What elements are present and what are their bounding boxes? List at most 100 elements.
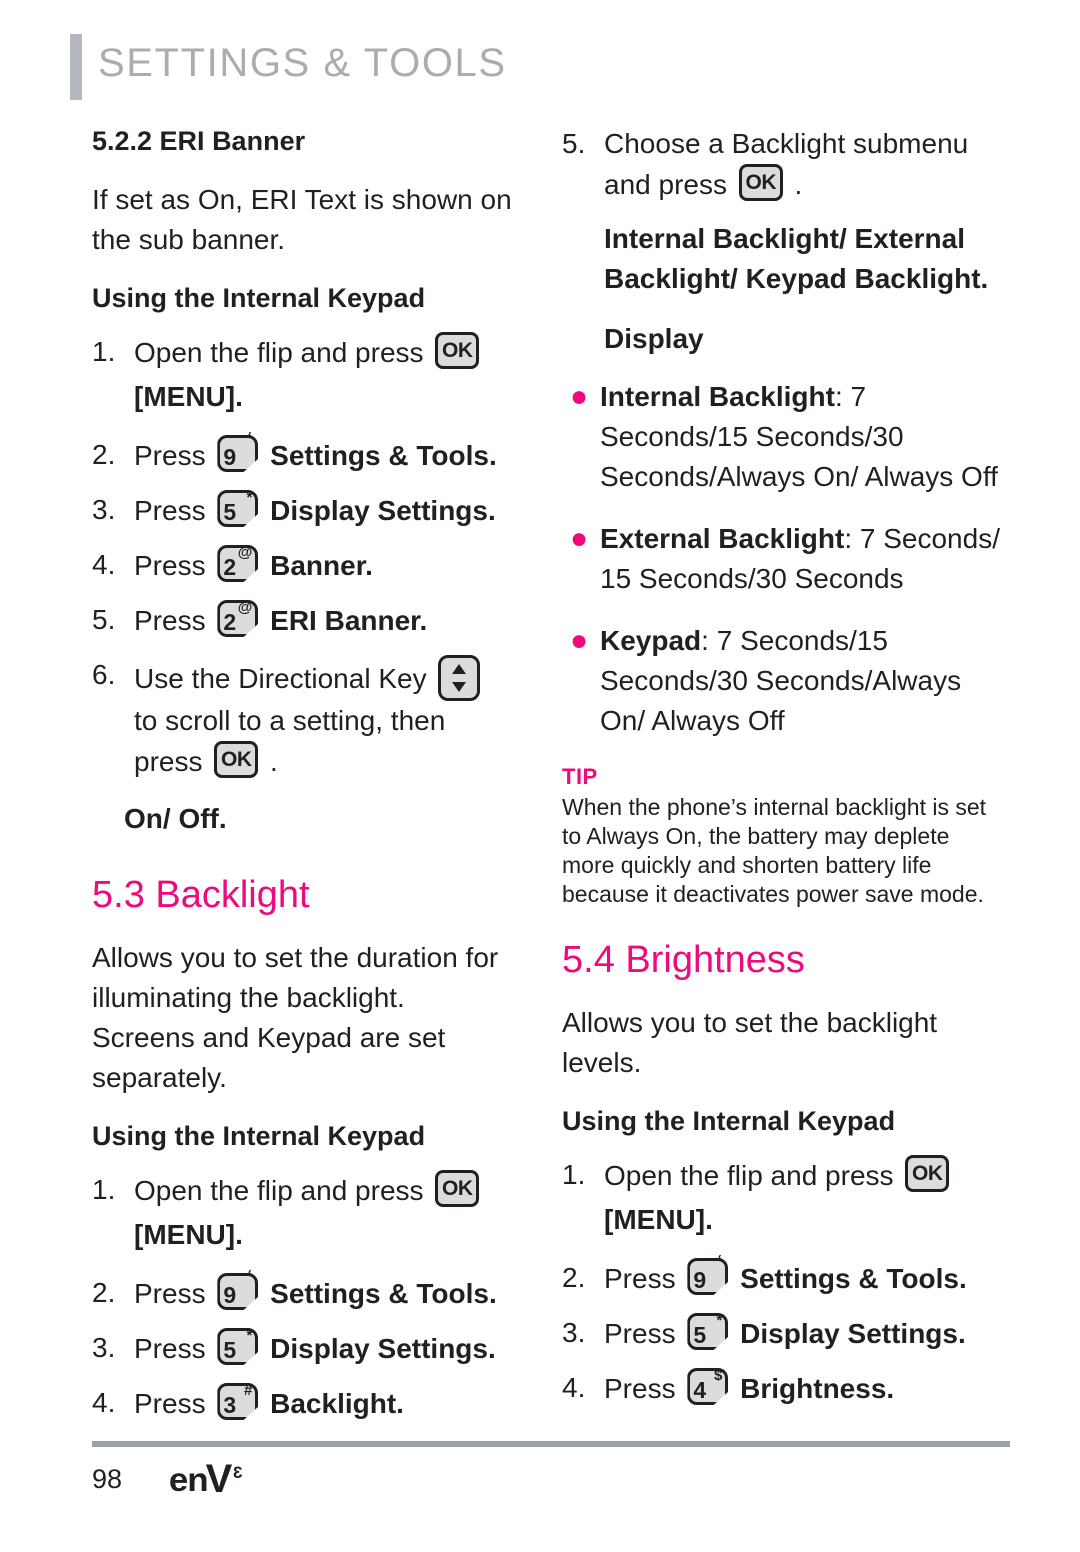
step-text-prefix: Press xyxy=(604,1373,676,1404)
keycap-digit: 3 xyxy=(223,1392,237,1418)
step-text: Press 4 $ Brightness. xyxy=(604,1367,1000,1409)
ok-key-icon[interactable]: OK xyxy=(738,164,783,201)
page-header: SETTINGS & TOOLS xyxy=(70,34,507,100)
left-column: 5.2.2 ERI Banner If set as On, ERI Text … xyxy=(92,124,512,1438)
directional-key-icon[interactable] xyxy=(438,655,481,701)
ok-key-icon[interactable]: OK xyxy=(214,741,259,778)
step-text: Press 2 @ Banner. xyxy=(134,544,512,586)
section-heading-brightness: 5.4 Brightness xyxy=(562,939,805,981)
step-target-label: Display Settings. xyxy=(270,1333,496,1364)
menu-bracket-label: [MENU]. xyxy=(134,381,243,412)
keycap-digit: 9 xyxy=(223,444,237,470)
step-text: Press 3 # Backlight. xyxy=(134,1382,512,1424)
step-number: 2. xyxy=(92,1277,116,1308)
step-text-prefix: Press xyxy=(134,550,206,581)
step-target-label: Backlight. xyxy=(270,1388,404,1419)
footer-divider xyxy=(92,1441,1010,1447)
step-target-label: Banner. xyxy=(270,550,373,581)
step-number: 4. xyxy=(92,1387,116,1418)
step-text-prefix: Press xyxy=(604,1263,676,1294)
list-item: ● External Backlight: 7 Seconds/ 15 Seco… xyxy=(562,519,1000,599)
step-text-prefix: Press xyxy=(134,1278,206,1309)
key-5-icon[interactable]: 5 * xyxy=(217,1327,259,1365)
key-2-icon[interactable]: 2 @ xyxy=(217,599,259,637)
key-3-icon[interactable]: 3 # xyxy=(217,1382,259,1420)
eri-banner-options: On/ Off. xyxy=(124,803,227,834)
section-heading-eri-banner: 5.2.2 ERI Banner xyxy=(92,126,306,156)
step-item: 1. Open the flip and press OK xyxy=(92,332,512,373)
step-item: 5. Choose a Backlight submenu and press … xyxy=(562,124,1000,205)
keycap-superscript: # xyxy=(244,1382,253,1399)
key-9-icon[interactable]: 9 ‘ xyxy=(217,1268,259,1310)
section-heading-backlight: 5.3 Backlight xyxy=(92,874,310,916)
tip-block: TIP When the phone’s internal backlight … xyxy=(562,763,1000,909)
key-4-icon[interactable]: 4 $ xyxy=(687,1367,729,1405)
step-text: Open the flip and press OK xyxy=(134,1170,512,1211)
step-text-middle: to scroll to a setting, then press xyxy=(134,705,446,777)
step-item: 2. Press 9 ‘ Settings & Tools. xyxy=(92,430,512,476)
ok-key-icon[interactable]: OK xyxy=(435,332,480,369)
tip-label: TIP xyxy=(562,764,598,789)
step-text: Press 9 ‘ Settings & Tools. xyxy=(134,1268,512,1314)
ok-key-icon[interactable]: OK xyxy=(905,1155,950,1192)
step-text-prefix: Press xyxy=(134,495,206,526)
page-number: 98 xyxy=(92,1464,123,1494)
step-text-prefix: Press xyxy=(134,605,206,636)
ok-key-label: OK xyxy=(912,1161,943,1185)
keycap-digit: 5 xyxy=(223,499,237,525)
step-number: 3. xyxy=(92,494,116,525)
keycap-digit: 2 xyxy=(223,554,237,580)
bullet-dot-icon: ● xyxy=(570,624,589,657)
step-text-suffix: . xyxy=(794,169,803,200)
step-number: 3. xyxy=(92,1332,116,1363)
keycap-superscript: ‘ xyxy=(717,1252,723,1272)
step-number: 2. xyxy=(92,439,116,470)
step-target-label: Settings & Tools. xyxy=(270,1278,497,1309)
bullet-text: Internal Backlight: 7 Seconds/15 Seconds… xyxy=(600,377,1000,497)
step-item: 1. Open the flip and press OK xyxy=(92,1170,512,1211)
step-text: Press 9 ‘ Settings & Tools. xyxy=(134,430,512,476)
step-item: 3. Press 5 * Display Settings. xyxy=(562,1312,1000,1354)
bullet-text: External Backlight: 7 Seconds/ 15 Second… xyxy=(600,519,1000,599)
bullet-dot-icon: ● xyxy=(570,380,589,413)
header-accent-bar xyxy=(70,34,82,100)
key-5-icon[interactable]: 5 * xyxy=(687,1312,729,1350)
key-9-icon[interactable]: 9 ‘ xyxy=(217,430,259,472)
step-text-suffix: . xyxy=(270,746,278,777)
step-item: 6. Use the Directional Key to scroll to … xyxy=(92,655,512,782)
step-text-prefix: Use the Directional Key xyxy=(134,663,427,694)
key-9-icon[interactable]: 9 ‘ xyxy=(687,1253,729,1295)
step-text-prefix: Press xyxy=(134,1388,206,1419)
step-item: 4. Press 4 $ Brightness. xyxy=(562,1367,1000,1409)
menu-bracket-label: [MENU]. xyxy=(134,1219,243,1250)
keycap-superscript: * xyxy=(716,1312,723,1329)
step-text-prefix: Open the flip and press xyxy=(134,1175,424,1206)
list-item: ● Keypad: 7 Seconds/15 Seconds/30 Second… xyxy=(562,621,1000,741)
step-text: Press 5 * Display Settings. xyxy=(134,1327,512,1369)
step-text: Open the flip and press OK xyxy=(604,1155,1000,1196)
step-number: 1. xyxy=(92,336,116,367)
step-text: Choose a Backlight submenu and press OK … xyxy=(604,124,1000,205)
step-item: 3. Press 5 * Display Settings. xyxy=(92,1327,512,1369)
keycap-digit: 2 xyxy=(223,609,237,635)
keycap-superscript: $ xyxy=(714,1367,723,1384)
keycap-digit: 5 xyxy=(693,1322,707,1348)
step-number: 2. xyxy=(562,1262,586,1293)
ok-key-label: OK xyxy=(442,338,473,362)
key-2-icon[interactable]: 2 @ xyxy=(217,544,259,582)
key-5-icon[interactable]: 5 * xyxy=(217,489,259,527)
step-text: Open the flip and press OK xyxy=(134,332,512,373)
step-number: 4. xyxy=(562,1372,586,1403)
bullet-label: Internal Backlight xyxy=(600,381,835,412)
ok-key-label: OK xyxy=(442,1176,473,1200)
display-group-label: Display xyxy=(604,323,704,354)
brand-logo-en: en xyxy=(168,1461,209,1498)
brand-logo-superscript: 3 xyxy=(233,1463,243,1482)
keycap-digit: 9 xyxy=(223,1282,237,1308)
step-text: Press 5 * Display Settings. xyxy=(604,1312,1000,1354)
step-text-prefix: Press xyxy=(134,1333,206,1364)
step-text-prefix: Choose a Backlight submenu and press xyxy=(604,128,969,200)
ok-key-icon[interactable]: OK xyxy=(435,1170,480,1207)
manual-page: SETTINGS & TOOLS 5.2.2 ERI Banner If set… xyxy=(0,0,1080,1552)
keycap-digit: 9 xyxy=(693,1267,707,1293)
